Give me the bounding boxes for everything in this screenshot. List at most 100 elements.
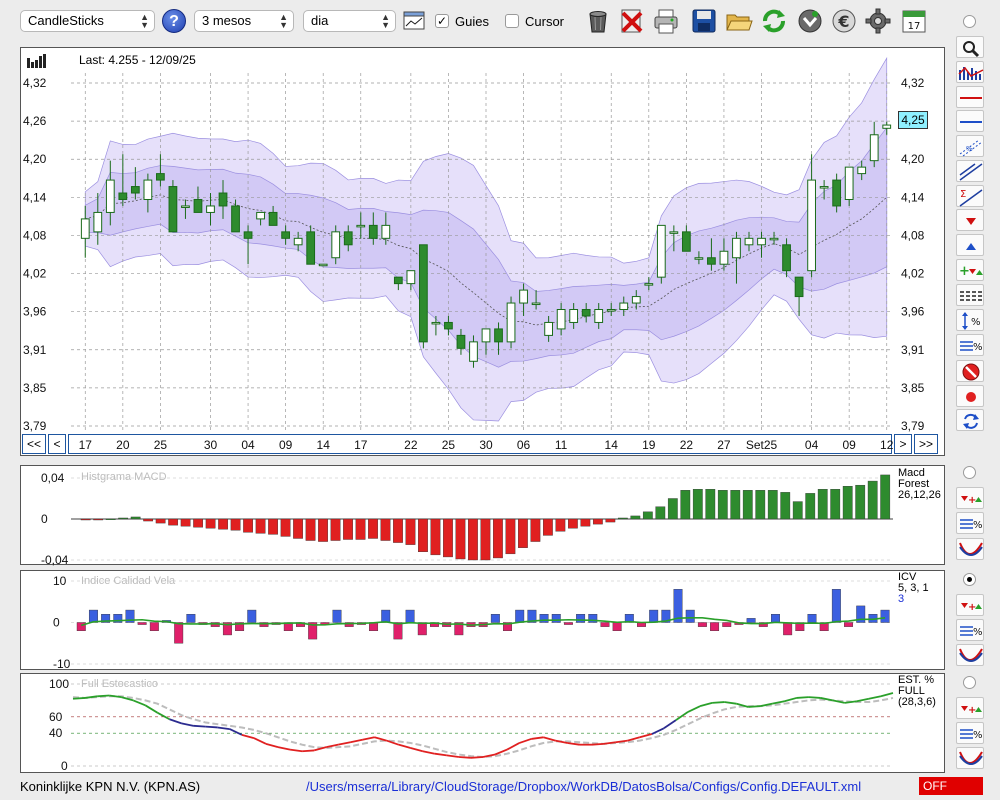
y-tick-label: -10	[53, 657, 71, 671]
sell-arrow-icon[interactable]	[956, 209, 984, 231]
macd-panel-radio[interactable]	[963, 466, 976, 479]
macd-bar	[430, 518, 441, 556]
macd-bar	[280, 518, 291, 537]
calendar-icon[interactable]: 17	[900, 7, 928, 35]
stochastic-k-segment	[302, 749, 315, 753]
macd-bar	[380, 518, 391, 541]
icv-label: Indice Calidad Vela	[81, 575, 176, 587]
indicator-overlay-icon[interactable]	[956, 61, 984, 83]
nav-next-button[interactable]: >	[894, 434, 912, 454]
macd-bar	[692, 489, 703, 520]
delete-icon[interactable]	[618, 7, 646, 35]
macd-param-values: 26,12,26	[898, 489, 941, 501]
stochastic-k-segment	[518, 738, 532, 744]
mode-badge[interactable]: OFF	[919, 777, 983, 795]
macd-signals-icon[interactable]: +	[956, 487, 984, 509]
sum-trendline-icon[interactable]: Σ	[956, 185, 984, 207]
main-panel-radio[interactable]	[963, 15, 976, 28]
macd-percent-icon[interactable]: %	[956, 512, 984, 534]
vertical-percent-icon[interactable]: %	[956, 309, 984, 331]
config-path-link[interactable]: /Users/mserra/Library/CloudStorage/Dropb…	[306, 779, 861, 794]
download-data-icon[interactable]	[796, 7, 824, 35]
help-icon[interactable]: ?	[162, 9, 186, 33]
horizontal-line-red-icon[interactable]	[956, 86, 984, 108]
x-tick-label: 25	[154, 438, 168, 452]
stochastic-k-segment	[868, 695, 882, 700]
horizontal-line-blue-icon[interactable]	[956, 110, 984, 132]
open-folder-icon[interactable]	[725, 7, 753, 35]
stochastic-k-segment	[687, 705, 701, 713]
nav-prev-button[interactable]: <	[48, 434, 66, 454]
stochastic-k-segment	[784, 697, 797, 703]
add-signal-icon[interactable]: +	[956, 259, 984, 281]
y-tick-label: 60	[49, 710, 63, 724]
icv-signals-icon[interactable]: +	[956, 594, 984, 616]
candle-body	[594, 309, 604, 323]
print-icon[interactable]	[652, 7, 680, 35]
stochastic-panel-radio[interactable]	[963, 676, 976, 689]
guides-checkbox[interactable]: ✓	[435, 14, 449, 28]
currency-icon[interactable]: €	[830, 7, 858, 35]
icv-bar	[539, 614, 549, 623]
y-tick-right: 4,08	[901, 228, 925, 242]
no-entry-icon[interactable]	[956, 360, 984, 382]
macd-bar	[443, 518, 453, 558]
nav-last-button[interactable]: >>	[914, 434, 938, 454]
price-chart-panel[interactable]: 4,324,324,264,264,204,204,144,144,084,08…	[20, 47, 945, 456]
macd-bar	[80, 518, 91, 521]
stochastic-curve-icon[interactable]	[956, 747, 984, 769]
trendline-icon[interactable]	[956, 160, 984, 182]
y-tick-left: 4,26	[23, 114, 47, 128]
gear-icon[interactable]	[864, 7, 892, 35]
y-tick-label: 0	[41, 512, 48, 526]
stochastic-panel[interactable]: 100 60 40 0 Full Estocastico EST. % FULL (2…	[20, 673, 945, 773]
fibonacci-channel-icon[interactable]: %	[956, 135, 984, 157]
buy-arrow-icon[interactable]	[956, 234, 984, 256]
stochastic-percent-icon[interactable]: %	[956, 722, 984, 744]
macd-bar	[105, 518, 116, 520]
sync-icon[interactable]	[956, 409, 984, 431]
zoom-icon[interactable]	[956, 36, 984, 58]
icv-percent-icon[interactable]: %	[956, 619, 984, 641]
record-icon[interactable]	[956, 385, 984, 407]
candle-body	[105, 179, 115, 213]
cursor-checkbox[interactable]	[505, 14, 519, 28]
svg-text:+: +	[968, 495, 976, 506]
icv-curve-icon[interactable]	[956, 644, 984, 666]
candle-body	[168, 186, 178, 233]
interval-select[interactable]: dia ▲ ▼	[303, 10, 396, 32]
macd-bar	[705, 489, 716, 520]
stochastic-k-segment	[265, 742, 279, 749]
icv-panel-radio[interactable]	[963, 573, 976, 586]
date-scroll-bar[interactable]: 17 20 25 30 04 09 14 17 22 25 30 06 11 14 19 22 27 Set25 0…	[68, 434, 894, 454]
stochastic-signals-icon[interactable]: +	[956, 697, 984, 719]
grid-lines-icon[interactable]	[956, 284, 984, 306]
icv-panel[interactable]: 10 0 -10 Indice Calidad Vela ICV 5, 3, 1 3	[20, 570, 945, 671]
macd-curve-icon[interactable]	[956, 538, 984, 560]
candle-body	[807, 179, 816, 272]
select-chevron-icon: ▲ ▼	[381, 12, 390, 30]
percent-lines-icon[interactable]: %	[956, 334, 984, 356]
macd-panel[interactable]: 0,04 0 -0,04 Histgrama MACD Macd Forest 26…	[20, 465, 945, 566]
icv-bar	[710, 622, 720, 632]
candle-body	[406, 270, 416, 285]
x-tick-label: Set25	[746, 438, 778, 452]
stochastic-params: EST. % FULL (28,3,6)	[898, 675, 936, 708]
trash-icon[interactable]	[584, 7, 612, 35]
icv-bar	[88, 609, 98, 623]
save-icon[interactable]	[690, 7, 718, 35]
macd-bar	[368, 518, 378, 539]
chart-window-icon[interactable]	[403, 10, 425, 32]
chart-type-select[interactable]: CandleSticks ▲ ▼	[20, 10, 155, 32]
macd-bar	[468, 518, 478, 561]
macd-bar	[168, 518, 179, 526]
icv-bar	[600, 622, 610, 627]
stochastic-k-segment	[144, 704, 158, 714]
icv-bar	[746, 618, 756, 623]
candle-body	[707, 257, 716, 265]
refresh-icon[interactable]	[760, 7, 788, 35]
cursor-label: Cursor	[525, 14, 565, 29]
nav-first-button[interactable]: <<	[22, 434, 46, 454]
period-select[interactable]: 3 mesos ▲ ▼	[194, 10, 294, 32]
svg-text:%: %	[973, 520, 983, 531]
